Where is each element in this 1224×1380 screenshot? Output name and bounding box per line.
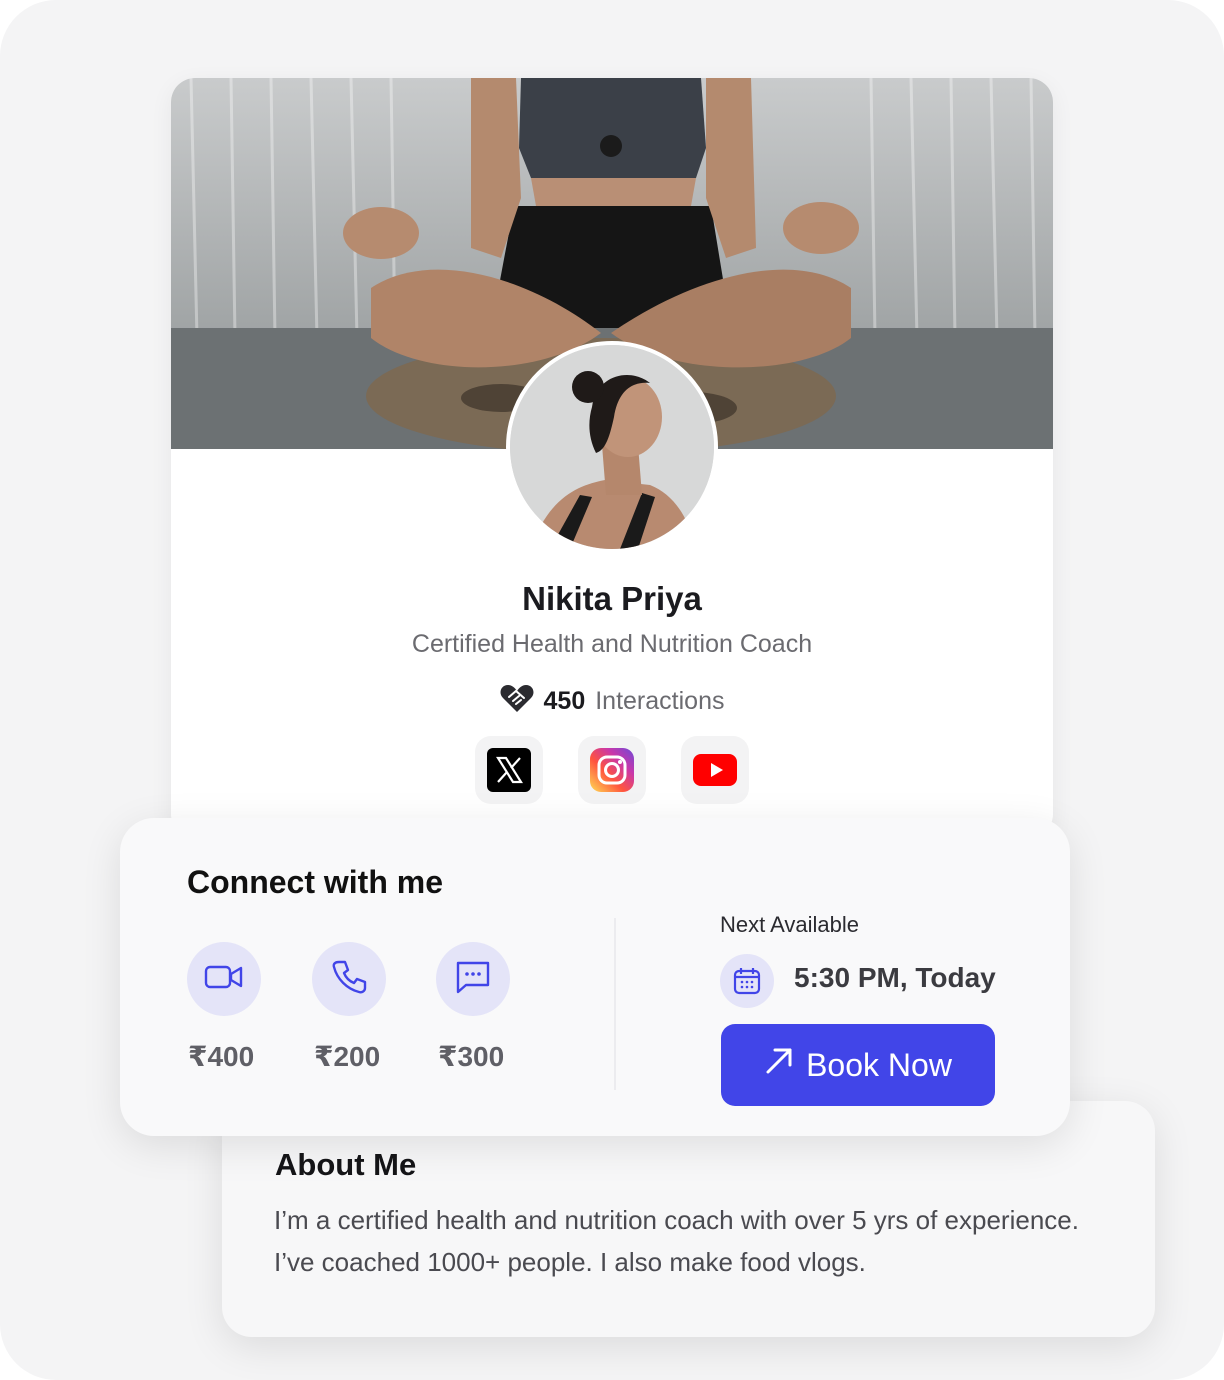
video-call-price: ₹400 xyxy=(188,1041,255,1072)
next-available-label: Next Available xyxy=(720,912,860,937)
connect-title: Connect with me xyxy=(187,864,444,900)
profile-headline: Certified Health and Nutrition Coach xyxy=(411,630,813,658)
divider xyxy=(614,918,616,1090)
book-now-button[interactable]: Book Now xyxy=(721,1024,995,1106)
connect-card: Connect with me ₹400 ₹200 ₹300 Next Avai… xyxy=(120,818,1070,1136)
youtube-icon[interactable] xyxy=(681,736,749,804)
video-call-button[interactable] xyxy=(187,942,261,1016)
handshake-heart-icon xyxy=(500,683,534,720)
profile-name: Nikita Priya xyxy=(522,580,702,617)
interactions-label: Interactions xyxy=(595,687,725,715)
social-links xyxy=(475,736,749,804)
chat-icon xyxy=(454,959,492,1000)
book-now-label: Book Now xyxy=(806,1046,952,1083)
instagram-icon[interactable] xyxy=(578,736,646,804)
next-available-time: 5:30 PM, Today xyxy=(794,962,996,993)
profile-card: Nikita Priya Certified Health and Nutrit… xyxy=(171,78,1053,838)
phone-call-price: ₹200 xyxy=(314,1041,381,1072)
interactions-count: 450 xyxy=(543,687,586,715)
arrow-up-right-icon xyxy=(764,1046,794,1084)
about-card: About Me I’m a certified health and nutr… xyxy=(222,1101,1155,1337)
calendar-icon xyxy=(720,954,774,1008)
interactions-stat: 450 Interactions xyxy=(171,683,1053,720)
chat-price: ₹300 xyxy=(438,1041,505,1072)
avatar xyxy=(506,341,718,553)
video-call-icon xyxy=(204,963,244,996)
phone-call-icon xyxy=(331,959,367,1000)
x-twitter-icon[interactable] xyxy=(475,736,543,804)
phone-call-button[interactable] xyxy=(312,942,386,1016)
chat-button[interactable] xyxy=(436,942,510,1016)
about-text: I’m a certified health and nutrition coa… xyxy=(274,1205,1079,1277)
about-title: About Me xyxy=(275,1147,417,1182)
